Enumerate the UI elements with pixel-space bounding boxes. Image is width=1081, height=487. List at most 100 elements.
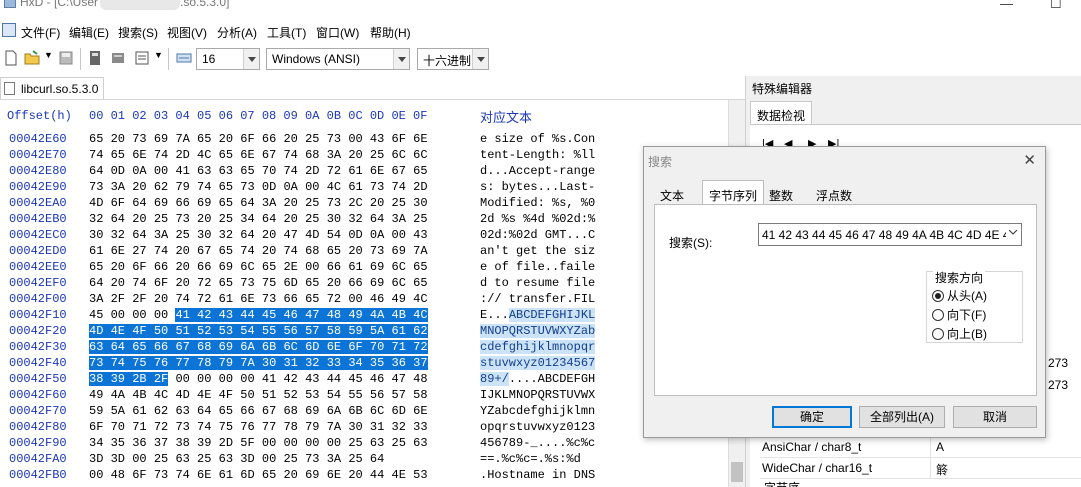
hex-byte[interactable]: 00 (305, 180, 327, 194)
hex-bytes-row[interactable]: 3D 3D 00 25 63 25 63 3D 00 25 73 3A 25 6… (89, 452, 384, 466)
hex-byte[interactable]: 4A (369, 308, 392, 322)
hex-byte[interactable]: 4A (111, 388, 133, 402)
hex-byte[interactable]: 30 (413, 196, 427, 210)
hex-byte[interactable]: 7A (327, 420, 349, 434)
ascii-text-row[interactable]: e size of %s.Con (480, 132, 595, 146)
hex-byte[interactable]: 65 (197, 132, 219, 146)
hex-byte[interactable]: 7A (240, 356, 262, 370)
hex-byte[interactable]: 3A (327, 452, 349, 466)
hex-byte[interactable]: 46 (370, 372, 392, 386)
hex-bytes-row[interactable]: 73 74 75 76 77 78 79 7A 30 31 32 33 34 3… (89, 356, 428, 370)
hex-byte[interactable]: 6C (283, 340, 306, 354)
hex-byte[interactable]: 00 (348, 292, 370, 306)
hex-byte[interactable]: 27 (132, 244, 154, 258)
hex-byte[interactable]: 69 (219, 260, 241, 274)
hex-byte[interactable]: 66 (262, 132, 284, 146)
hex-byte[interactable]: 54 (240, 324, 262, 338)
hex-byte[interactable]: 00 (305, 436, 327, 450)
hex-byte[interactable]: 52 (283, 388, 305, 402)
hex-byte[interactable]: 45 (348, 372, 370, 386)
ascii-text-row[interactable]: d...Accept-range (480, 164, 595, 178)
hex-byte[interactable]: 00 (132, 452, 154, 466)
hex-bytes-row[interactable]: 64 20 74 6F 20 72 65 73 75 6D 65 20 66 6… (89, 276, 428, 290)
chevron-down-icon[interactable] (243, 49, 259, 69)
hex-byte[interactable]: 56 (283, 324, 306, 338)
hex-byte[interactable]: 50 (153, 324, 176, 338)
hex-byte[interactable]: 64 (89, 164, 111, 178)
hex-byte[interactable]: 49 (89, 388, 111, 402)
hex-byte[interactable]: 00 (392, 228, 414, 242)
hex-byte[interactable]: 39 (197, 436, 219, 450)
ascii-text-row[interactable]: opqrstuvwxyz0123 (480, 420, 595, 434)
hex-byte[interactable]: 69 (305, 468, 327, 482)
hex-bytes-row[interactable]: 49 4A 4B 4C 4D 4E 4F 50 51 52 53 54 55 5… (89, 388, 428, 402)
hex-byte[interactable]: 49 (348, 308, 370, 322)
hex-byte[interactable]: 61 (348, 180, 370, 194)
hex-byte[interactable]: 3A (89, 292, 111, 306)
hex-byte[interactable]: 63 (370, 436, 392, 450)
hex-byte[interactable]: 0A (132, 164, 154, 178)
hex-byte[interactable]: 43 (413, 228, 427, 242)
hex-byte[interactable]: 35 (111, 436, 133, 450)
hex-byte[interactable]: 74 (283, 164, 305, 178)
hex-byte[interactable]: 74 (197, 420, 219, 434)
hex-bytes-row[interactable]: 73 3A 20 62 79 74 65 73 0D 0A 00 4C 61 7… (89, 180, 428, 194)
hex-byte[interactable]: 4F (219, 388, 241, 402)
hex-byte[interactable]: 64 (197, 404, 219, 418)
ascii-text-row[interactable]: IJKLMNOPQRSTUVWX (480, 388, 595, 402)
hex-byte[interactable]: 6F (111, 196, 133, 210)
hex-byte[interactable]: 4E (197, 388, 219, 402)
menu-search[interactable]: 搜索(S) (118, 24, 158, 41)
hex-bytes-row[interactable]: 65 20 73 69 7A 65 20 6F 66 20 25 73 00 4… (89, 132, 428, 146)
hex-byte[interactable]: 4E (392, 468, 414, 482)
hex-byte[interactable]: 20 (348, 148, 370, 162)
inspector-row-ansichar[interactable]: AnsiChar / char8_t A (760, 437, 1081, 458)
hex-byte[interactable]: 3D (111, 452, 133, 466)
hex-byte[interactable]: 69 (392, 244, 414, 258)
hex-byte[interactable]: 25 (348, 452, 370, 466)
hex-byte[interactable]: 43 (218, 308, 241, 322)
hex-byte[interactable]: 65 (132, 340, 154, 354)
hex-byte[interactable]: 20 (132, 212, 154, 226)
hex-byte[interactable]: 4C (413, 292, 427, 306)
hex-byte[interactable]: 66 (240, 404, 262, 418)
hex-bytes-row[interactable]: 4D 4E 4F 50 51 52 53 54 55 56 57 58 59 5… (89, 324, 428, 338)
hex-byte[interactable]: 32 (111, 228, 133, 242)
ascii-text-row[interactable]: s: bytes...Last- (480, 180, 595, 194)
hex-byte[interactable]: 6E (240, 292, 262, 306)
hex-byte[interactable]: 20 (283, 132, 305, 146)
hex-byte[interactable]: 73 (327, 196, 349, 210)
hex-byte[interactable]: 63 (175, 404, 197, 418)
hex-byte[interactable]: 74 (154, 148, 176, 162)
hex-byte[interactable]: 74 (392, 180, 414, 194)
hex-byte[interactable]: 00 (283, 436, 305, 450)
hex-byte[interactable]: 55 (348, 388, 370, 402)
hex-byte[interactable]: 6F (348, 340, 370, 354)
hex-byte[interactable]: 34 (348, 356, 370, 370)
hex-byte[interactable]: 7A (413, 244, 427, 258)
hex-byte[interactable]: 6E (240, 148, 262, 162)
hex-byte[interactable]: 6F (392, 132, 414, 146)
hex-byte[interactable]: 66 (175, 196, 197, 210)
hex-byte[interactable]: 64 (132, 228, 154, 242)
hex-byte[interactable]: 25 (154, 212, 176, 226)
hex-byte[interactable]: 34 (89, 436, 111, 450)
hex-bytes-row[interactable]: 32 64 20 25 73 20 25 34 64 20 25 30 32 6… (89, 212, 428, 226)
tab-integer[interactable]: 整数 (769, 183, 809, 205)
hex-byte[interactable]: 00 (262, 436, 284, 450)
hex-byte[interactable]: 69 (305, 404, 327, 418)
hex-byte[interactable]: 43 (370, 132, 392, 146)
hex-byte[interactable]: 67 (197, 244, 219, 258)
ascii-text-row[interactable]: .Hostname in DNS (480, 468, 595, 482)
hex-byte[interactable]: 45 (261, 308, 284, 322)
hex-byte[interactable]: 58 (413, 388, 427, 402)
hex-byte[interactable]: 67 (175, 340, 198, 354)
hex-bytes-row[interactable]: 34 35 36 37 38 39 2D 5F 00 00 00 00 25 6… (89, 436, 428, 450)
ascii-text-row[interactable]: 89+/....ABCDEFGH (480, 372, 595, 386)
tab-float[interactable]: 浮点数 (816, 183, 866, 205)
hex-byte[interactable]: 55 (261, 324, 284, 338)
hex-bytes-row[interactable]: 64 0D 0A 00 41 63 63 65 70 74 2D 72 61 6… (89, 164, 428, 178)
hex-byte[interactable]: 3A (392, 212, 414, 226)
ascii-text-row[interactable]: e of file..faile (480, 260, 595, 274)
hex-byte[interactable]: 42 (197, 308, 219, 322)
